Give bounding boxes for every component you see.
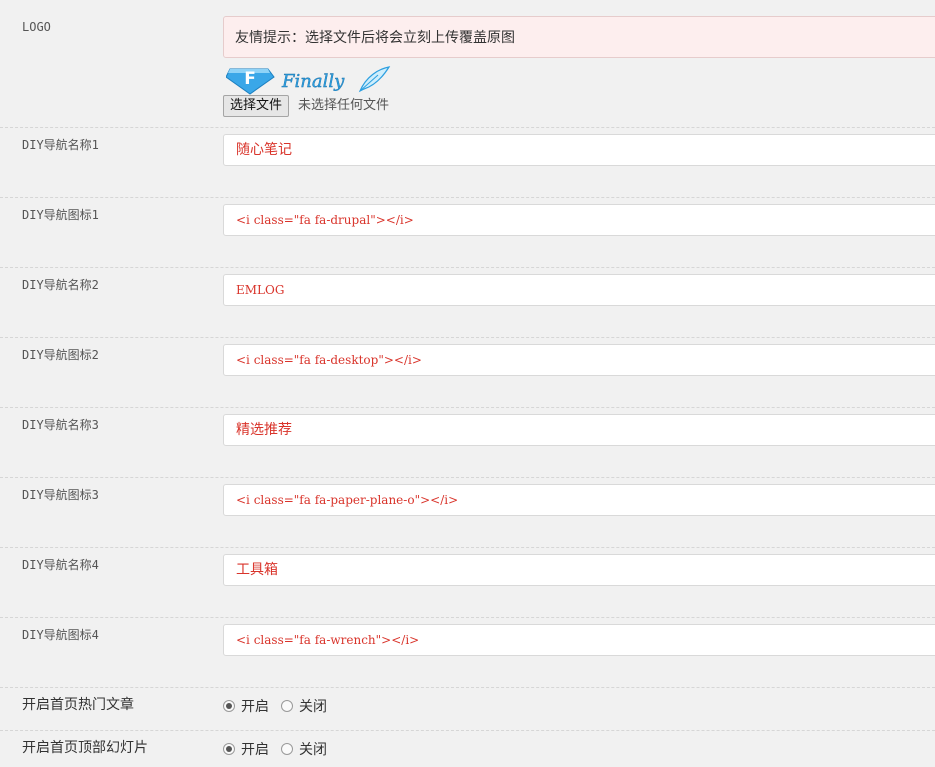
divider [0,267,935,268]
hot-posts-radio-group: 开启 关闭 [223,696,339,716]
divider [0,547,935,548]
field-label: DIY导航图标2 [22,348,99,362]
field-label: DIY导航名称1 [22,138,99,152]
slider-on-radio[interactable] [223,743,235,755]
logo-letter: F [244,69,256,89]
nav-name-2-input[interactable]: EMLOG [223,274,935,306]
hot-posts-on-radio[interactable] [223,700,235,712]
nav-icon-1-input[interactable]: <i class="fa fa-drupal"></i> [223,204,935,236]
slider-off-radio[interactable] [281,743,293,755]
settings-page: LOGO 友情提示：选择文件后将会立刻上传覆盖原图 F Finally 选择文件… [0,0,935,767]
divider [0,407,935,408]
nav-icon-3-input[interactable]: <i class="fa fa-paper-plane-o"></i> [223,484,935,516]
choose-file-button[interactable]: 选择文件 [223,95,290,117]
hot-posts-label: 开启首页热门文章 [22,697,134,713]
divider [0,617,935,618]
file-status-text: 未选择任何文件 [298,98,390,113]
logo-preview-image: F Finally [226,66,391,95]
logo-label: LOGO [22,20,51,34]
divider [0,197,935,198]
nav-name-4-input[interactable]: 工具箱 [223,554,935,586]
slider-label: 开启首页顶部幻灯片 [22,740,148,756]
field-label: DIY导航名称2 [22,278,99,292]
divider [0,730,935,731]
radio-label-off[interactable]: 关闭 [299,696,327,716]
divider [0,127,935,128]
field-label: DIY导航图标1 [22,208,99,222]
nav-name-3-input[interactable]: 精选推荐 [223,414,935,446]
nav-icon-4-input[interactable]: <i class="fa fa-wrench"></i> [223,624,935,656]
logo-wordmark: Finally [281,71,345,92]
nav-icon-2-input[interactable]: <i class="fa fa-desktop"></i> [223,344,935,376]
divider [0,687,935,688]
field-label: DIY导航图标3 [22,488,99,502]
hot-posts-off-radio[interactable] [281,700,293,712]
nav-name-1-input[interactable]: 随心笔记 [223,134,935,166]
radio-label-off[interactable]: 关闭 [299,739,327,759]
field-label: DIY导航名称3 [22,418,99,432]
upload-notice: 友情提示：选择文件后将会立刻上传覆盖原图 [223,16,935,58]
radio-label-on[interactable]: 开启 [241,739,269,759]
divider [0,337,935,338]
divider [0,477,935,478]
field-label: DIY导航图标4 [22,628,99,642]
slider-radio-group: 开启 关闭 [223,739,339,759]
field-label: DIY导航名称4 [22,558,99,572]
radio-label-on[interactable]: 开启 [241,696,269,716]
